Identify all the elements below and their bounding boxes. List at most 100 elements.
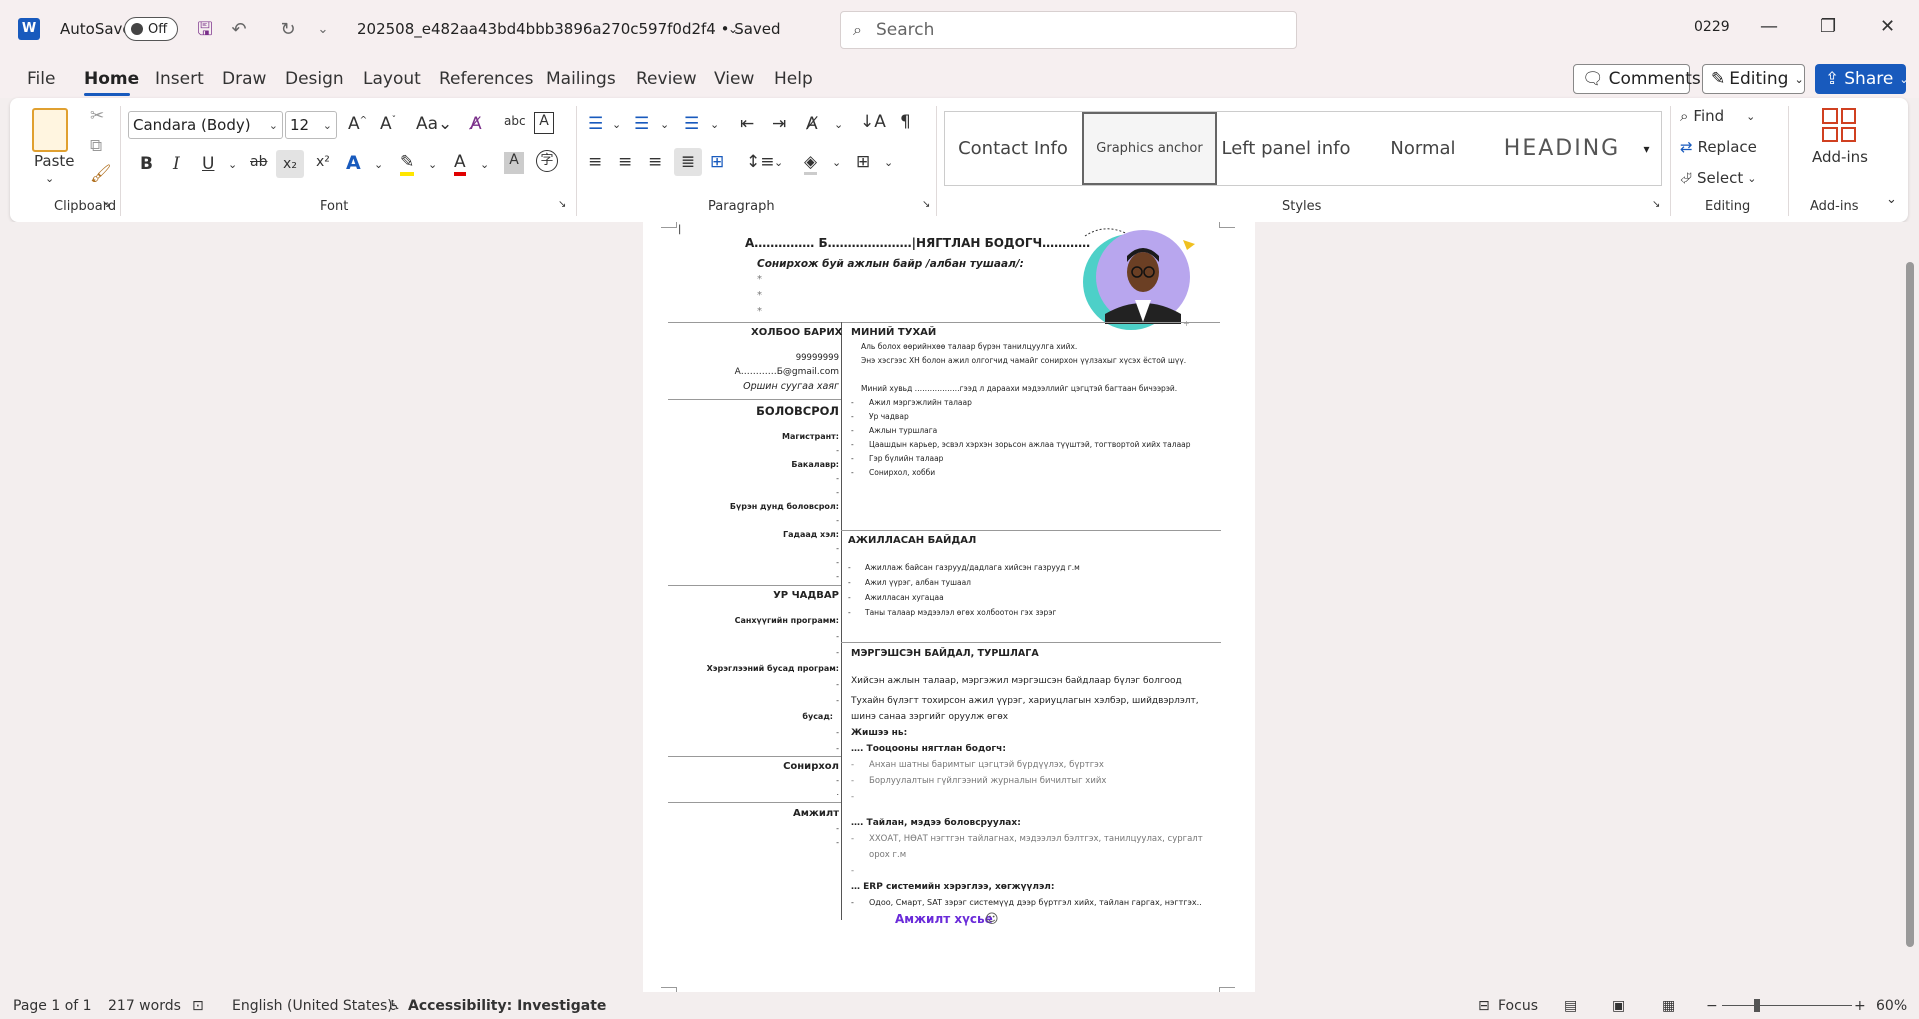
shading-icon[interactable]: ◈ bbox=[804, 152, 818, 175]
education-item[interactable]: Бүрэн дунд боловсрол: bbox=[683, 502, 839, 511]
format-painter-icon[interactable]: 🖌 bbox=[90, 164, 112, 184]
font-color-dropdown-icon[interactable]: ⌄ bbox=[480, 158, 489, 171]
proofing-icon[interactable]: ⊡ bbox=[192, 998, 204, 1014]
increase-indent-icon[interactable]: ⇥ bbox=[772, 114, 786, 134]
paste-label[interactable]: Paste bbox=[34, 152, 75, 170]
about-bullet[interactable]: Ажлын туршлага bbox=[869, 426, 937, 435]
accessibility-status[interactable]: Accessibility: Investigate bbox=[408, 998, 606, 1014]
superscript-icon[interactable]: x² bbox=[316, 154, 330, 170]
minimize-icon[interactable]: — bbox=[1760, 16, 1778, 37]
expertise-heading[interactable]: МЭРГЭШСЭН БАЙДАЛ, ТУРШЛАГА bbox=[851, 648, 1039, 659]
contact-phone[interactable]: 99999999 bbox=[743, 353, 839, 363]
bold-icon[interactable]: B bbox=[140, 154, 153, 174]
subsection-heading[interactable]: …. Тооцооны нягтлан бодогч: bbox=[851, 744, 1006, 754]
sort-icon[interactable]: ↓A bbox=[860, 112, 886, 132]
subscript-icon[interactable]: x₂ bbox=[276, 150, 304, 178]
tab-layout[interactable]: Layout bbox=[363, 69, 421, 89]
contact-heading[interactable]: ХОЛБОО БАРИХ bbox=[751, 327, 842, 338]
subsection-bullet[interactable]: ХХОАТ, НӨАТ нэгтгэн тайлагнах, мэдээлэл … bbox=[869, 834, 1203, 844]
word-count[interactable]: 217 words bbox=[108, 998, 181, 1014]
find-button[interactable]: ⌕ Find ⌄ bbox=[1680, 107, 1755, 125]
education-item[interactable]: Гадаад хэл: bbox=[703, 530, 839, 539]
style-contact-info[interactable]: Contact Info bbox=[945, 112, 1081, 185]
paste-dropdown-icon[interactable]: ⌄ bbox=[45, 172, 54, 185]
bullets-icon[interactable]: ☰ bbox=[588, 114, 603, 134]
autosave-toggle[interactable]: Off bbox=[124, 17, 178, 41]
closing-text[interactable]: Амжилт хүсье bbox=[895, 912, 993, 926]
restore-icon[interactable]: ❐ bbox=[1820, 16, 1836, 37]
show-formatting-icon[interactable]: ¶ bbox=[900, 112, 911, 132]
tab-file[interactable]: File bbox=[27, 69, 55, 89]
about-bullet[interactable]: Гэр бүлийн талаар bbox=[869, 454, 943, 463]
highlight-dropdown-icon[interactable]: ⌄ bbox=[428, 158, 437, 171]
share-button[interactable]: ⇪ Share ⌄ bbox=[1815, 64, 1909, 94]
distributed-icon[interactable]: ⊞ bbox=[710, 152, 724, 172]
scrollbar-thumb[interactable] bbox=[1906, 262, 1914, 947]
tab-design[interactable]: Design bbox=[285, 69, 344, 89]
tab-draw[interactable]: Draw bbox=[222, 69, 266, 89]
user-account[interactable]: 0229 bbox=[1694, 19, 1730, 35]
profile-photo[interactable]: + bbox=[1083, 222, 1203, 332]
subsection-heading[interactable]: … ERP системийн хэрэглээ, хөгжүүлэл: bbox=[851, 882, 1055, 892]
tab-help[interactable]: Help bbox=[774, 69, 813, 89]
underline-icon[interactable]: U bbox=[202, 154, 214, 174]
comments-button[interactable]: 🗨 Comments bbox=[1573, 64, 1701, 94]
align-left-icon[interactable]: ≡ bbox=[588, 152, 602, 172]
paragraph-launcher-icon[interactable]: ↘ bbox=[922, 199, 930, 210]
focus-icon[interactable]: ⊟ bbox=[1478, 998, 1490, 1014]
customize-qat-icon[interactable]: ⌄ bbox=[310, 17, 336, 43]
education-item[interactable]: Бакалавр: bbox=[703, 460, 839, 469]
subsection-bullet[interactable]: орох г.м bbox=[869, 850, 906, 860]
subsection-bullet[interactable]: Одоо, Смарт, SAT зэрэг системүүд дээр бү… bbox=[869, 898, 1202, 907]
underline-dropdown-icon[interactable]: ⌄ bbox=[228, 158, 237, 171]
language[interactable]: English (United States) bbox=[232, 998, 393, 1014]
borders-dropdown-icon[interactable]: ⌄ bbox=[884, 156, 893, 169]
line-spacing-dropdown-icon[interactable]: ⌄ bbox=[774, 156, 783, 169]
about-bullet[interactable]: Сонирхол, хобби bbox=[869, 468, 935, 477]
numbering-icon[interactable]: ☰ bbox=[634, 114, 649, 134]
document-page[interactable]: | А…………… Б…………………|НЯГТЛАН БОДОГЧ………… Сон… bbox=[643, 222, 1255, 992]
skills-item[interactable]: Санхүүгийн программ: bbox=[683, 616, 839, 625]
expertise-line[interactable]: Хийсэн ажлын талаар, мэргэжил мэргэшсэн … bbox=[851, 676, 1182, 686]
name-line[interactable]: А…………… Б…………………|НЯГТЛАН БОДОГЧ………… bbox=[745, 236, 1090, 250]
expertise-line[interactable]: Тухайн бүлэгт тохирсон ажил үүрэг, хариу… bbox=[851, 696, 1199, 706]
asian-layout-dropdown-icon[interactable]: ⌄ bbox=[834, 118, 843, 131]
tab-mailings[interactable]: Mailings bbox=[546, 69, 616, 89]
about-line[interactable]: Миний хувьд ………………гээд л дараахи мэдээлл… bbox=[861, 384, 1177, 393]
education-heading[interactable]: БОЛОВСРОЛ bbox=[743, 404, 839, 418]
styles-more-icon[interactable]: ▾ bbox=[1632, 111, 1662, 186]
subsection-heading[interactable]: …. Тайлан, мэдээ боловсруулах: bbox=[851, 818, 1021, 828]
grow-font-icon[interactable]: A^ bbox=[348, 114, 367, 134]
copy-icon[interactable]: ⧉ bbox=[90, 136, 102, 156]
skills-item[interactable]: Хэрэглээний бусад програм: bbox=[663, 664, 839, 673]
clipboard-launcher-icon[interactable]: ↘ bbox=[102, 199, 110, 210]
tab-view[interactable]: View bbox=[714, 69, 754, 89]
editing-mode-button[interactable]: ✎ Editing ⌄ bbox=[1702, 64, 1805, 94]
change-case-icon[interactable]: Aa⌄ bbox=[416, 114, 452, 134]
justify-icon[interactable]: ≣ bbox=[674, 148, 702, 176]
experience-bullet[interactable]: Ажилласан хугацаа bbox=[865, 593, 944, 602]
align-center-icon[interactable]: ≡ bbox=[618, 152, 632, 172]
multilevel-list-icon[interactable]: ☰ bbox=[684, 114, 699, 134]
experience-bullet[interactable]: Ажиллаж байсан газрууд/дадлага хийсэн га… bbox=[865, 563, 1080, 572]
asian-layout-icon[interactable]: Ⱥ bbox=[806, 114, 818, 134]
style-left-panel-info[interactable]: Left panel info bbox=[1218, 112, 1354, 185]
multilevel-dropdown-icon[interactable]: ⌄ bbox=[710, 118, 719, 131]
chevron-down-icon[interactable]: ⌄ bbox=[728, 22, 738, 36]
character-border-icon[interactable]: A bbox=[534, 112, 554, 134]
align-right-icon[interactable]: ≡ bbox=[648, 152, 662, 172]
collapse-ribbon-icon[interactable]: ⌄ bbox=[1886, 192, 1897, 207]
about-line[interactable]: Энэ хэсгээс ХН болон ажил олгогчид чамай… bbox=[861, 356, 1186, 365]
shrink-font-icon[interactable]: Aˇ bbox=[380, 114, 396, 134]
style-heading[interactable]: HEADING bbox=[1492, 112, 1632, 185]
bullets-dropdown-icon[interactable]: ⌄ bbox=[612, 118, 621, 131]
search-input[interactable]: ⌕ Search bbox=[840, 11, 1297, 49]
read-mode-icon[interactable]: ▤ bbox=[1564, 998, 1577, 1014]
text-effects-dropdown-icon[interactable]: ⌄ bbox=[374, 158, 383, 171]
web-layout-icon[interactable]: ▦ bbox=[1662, 998, 1675, 1014]
zoom-slider-thumb[interactable] bbox=[1754, 999, 1760, 1012]
example-label[interactable]: Жишээ нь: bbox=[851, 728, 907, 738]
focus-mode[interactable]: Focus bbox=[1498, 998, 1538, 1014]
contact-email[interactable]: А…………Б@gmail.com bbox=[703, 367, 839, 377]
close-icon[interactable]: ✕ bbox=[1880, 16, 1895, 37]
